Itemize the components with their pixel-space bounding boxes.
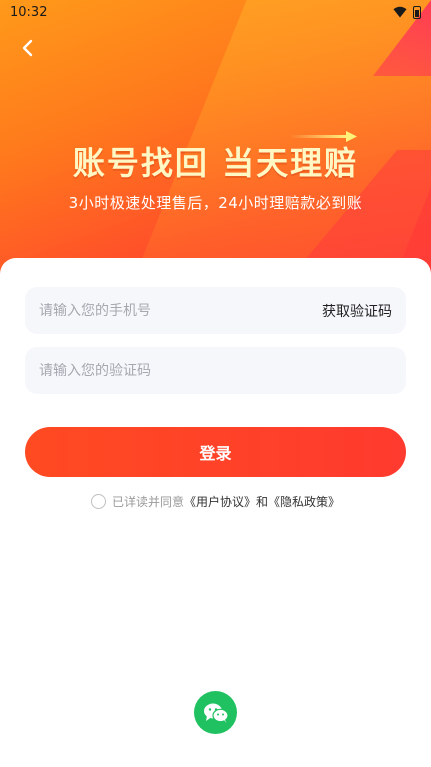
battery-icon: [413, 5, 421, 19]
status-icons: [393, 5, 421, 19]
get-code-button[interactable]: 获取验证码: [322, 301, 392, 321]
login-button[interactable]: 登录: [25, 427, 406, 477]
wechat-login-button[interactable]: [194, 691, 237, 734]
phone-input[interactable]: [39, 302, 322, 319]
agreement-and: 和: [256, 495, 269, 509]
status-time: 10:32: [10, 4, 48, 20]
hero-subtitle: 3小时极速处理售后，24小时理赔款必到账: [68, 194, 363, 212]
privacy-policy-link[interactable]: 《隐私政策》: [268, 495, 340, 509]
status-bar: 10:32: [0, 0, 431, 24]
wifi-icon: [393, 6, 407, 18]
back-button[interactable]: [14, 34, 42, 62]
phone-field: 获取验证码: [25, 287, 406, 334]
wechat-icon: [203, 703, 229, 723]
hero-banner: 账号找回 当天理赔 3小时极速处理售后，24小时理赔款必到账: [0, 0, 431, 290]
user-agreement-link[interactable]: 《用户协议》: [184, 495, 256, 509]
agreement-row: 已详读并同意《用户协议》和《隐私政策》: [0, 493, 431, 510]
hero-title: 账号找回 当天理赔: [72, 144, 359, 182]
login-card: 获取验证码 登录 已详读并同意《用户协议》和《隐私政策》: [0, 258, 431, 767]
chevron-left-icon: [22, 39, 33, 57]
agreement-prefix: 已详读并同意: [111, 495, 184, 509]
code-field: [25, 347, 406, 394]
verification-code-input[interactable]: [39, 362, 392, 379]
agreement-checkbox[interactable]: [90, 494, 106, 509]
